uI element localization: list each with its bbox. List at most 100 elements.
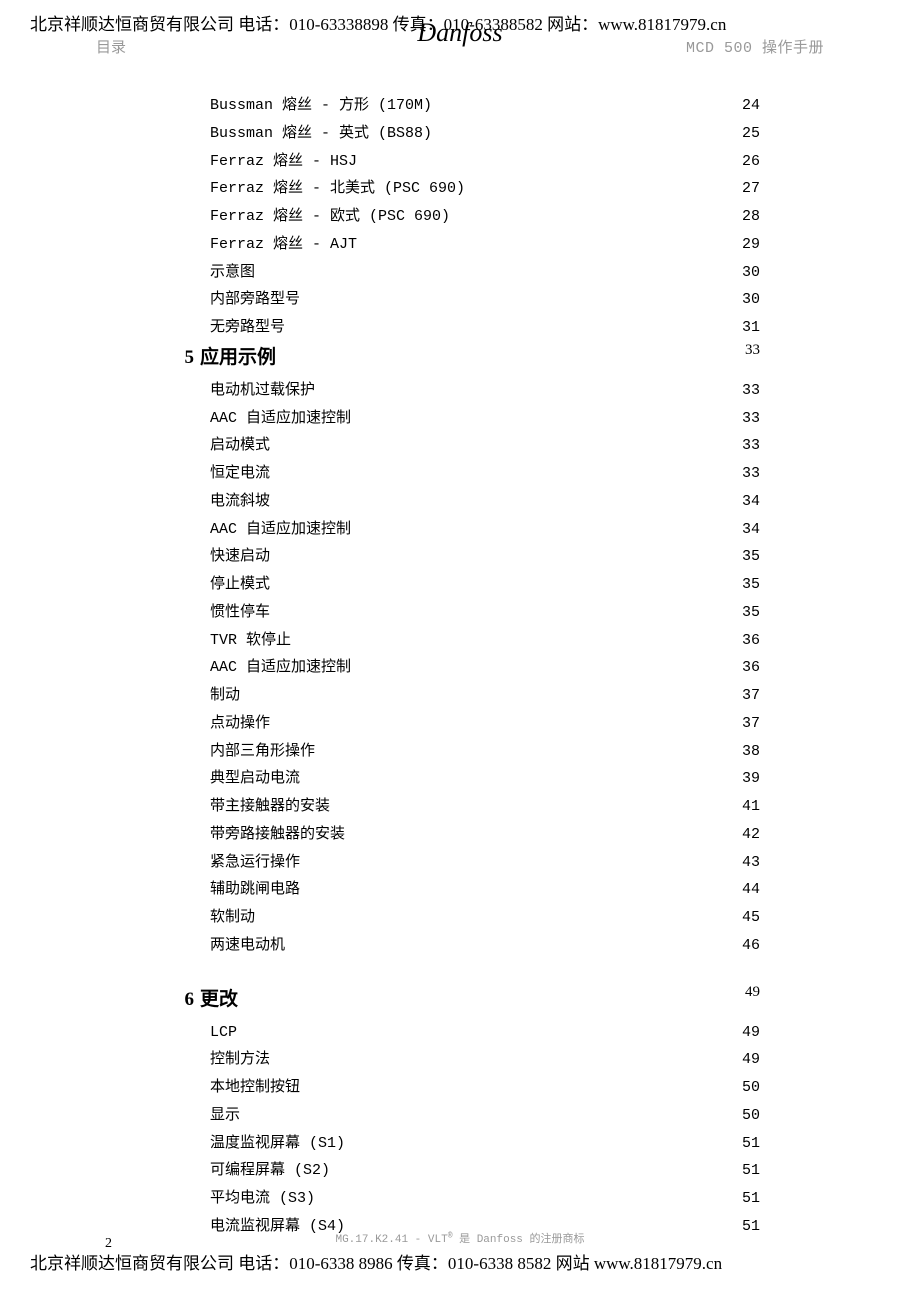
toc-entry-title: Bussman 熔丝 - 方形 (170M) bbox=[210, 92, 742, 120]
toc-entry-page: 35 bbox=[742, 571, 760, 599]
toc-entry-page: 45 bbox=[742, 904, 760, 932]
toc-entry: 电流斜坡34 bbox=[170, 488, 760, 516]
toc-entry-page: 50 bbox=[742, 1074, 760, 1102]
toc-entry-title: Ferraz 熔丝 - HSJ bbox=[210, 148, 742, 176]
toc-entry: AAC 自适应加速控制36 bbox=[170, 654, 760, 682]
toc-entry: 软制动45 bbox=[170, 904, 760, 932]
toc-entry-title: 制动 bbox=[210, 682, 742, 710]
toc-entry-title: Ferraz 熔丝 - AJT bbox=[210, 231, 742, 259]
toc-entry-page: 26 bbox=[742, 148, 760, 176]
toc-initial-block: Bussman 熔丝 - 方形 (170M)24Bussman 熔丝 - 英式 … bbox=[170, 92, 760, 342]
toc-entry: 显示50 bbox=[170, 1102, 760, 1130]
toc-entry-page: 36 bbox=[742, 654, 760, 682]
toc-section-page: 33 bbox=[745, 342, 760, 369]
toc-entry-title: AAC 自适应加速控制 bbox=[210, 516, 742, 544]
toc-entry-page: 38 bbox=[742, 738, 760, 766]
toc-entry: TVR 软停止36 bbox=[170, 627, 760, 655]
toc-entry: 停止模式35 bbox=[170, 571, 760, 599]
toc-entry: 典型启动电流39 bbox=[170, 765, 760, 793]
toc-section-number: 5 bbox=[170, 347, 194, 369]
toc-entry: 内部旁路型号30 bbox=[170, 286, 760, 314]
toc-entry: 快速启动35 bbox=[170, 543, 760, 571]
toc-entry-page: 46 bbox=[742, 932, 760, 960]
header-manual-title: MCD 500 操作手册 bbox=[686, 36, 824, 57]
toc-entry-page: 29 bbox=[742, 231, 760, 259]
toc-entry: 平均电流 (S3)51 bbox=[170, 1185, 760, 1213]
toc-entry-page: 27 bbox=[742, 175, 760, 203]
toc-entry-page: 34 bbox=[742, 516, 760, 544]
toc-entry-title: 控制方法 bbox=[210, 1046, 742, 1074]
toc-entry: 带旁路接触器的安装42 bbox=[170, 821, 760, 849]
toc-entry: 可编程屏幕 (S2)51 bbox=[170, 1157, 760, 1185]
toc-section-head: 5 应用示例 33 bbox=[170, 342, 760, 369]
toc-entry-page: 34 bbox=[742, 488, 760, 516]
toc-entry: 电动机过载保护33 bbox=[170, 377, 760, 405]
toc-entry-title: 显示 bbox=[210, 1102, 742, 1130]
toc-entry-page: 43 bbox=[742, 849, 760, 877]
toc-entry-page: 51 bbox=[742, 1157, 760, 1185]
toc-section: 6更改49LCP49控制方法49本地控制按钮50显示50温度监视屏幕 (S1)5… bbox=[170, 984, 760, 1241]
toc-entry: Ferraz 熔丝 - AJT29 bbox=[170, 231, 760, 259]
toc-entry: 温度监视屏幕 (S1)51 bbox=[170, 1130, 760, 1158]
toc-entry-title: 内部旁路型号 bbox=[210, 286, 742, 314]
toc-entry-title: AAC 自适应加速控制 bbox=[210, 654, 742, 682]
toc-entry-title: LCP bbox=[210, 1019, 742, 1047]
toc-entry-page: 37 bbox=[742, 682, 760, 710]
toc-entry-page: 50 bbox=[742, 1102, 760, 1130]
danfoss-logo: Danfoss bbox=[417, 18, 502, 48]
toc-section-head: 6 更改 49 bbox=[170, 984, 760, 1011]
toc-entry: 内部三角形操作38 bbox=[170, 738, 760, 766]
toc-entry-title: 紧急运行操作 bbox=[210, 849, 742, 877]
toc-entry-page: 25 bbox=[742, 120, 760, 148]
toc-entry-title: 恒定电流 bbox=[210, 460, 742, 488]
toc-entry-page: 35 bbox=[742, 599, 760, 627]
toc-entry: Ferraz 熔丝 - 欧式 (PSC 690)28 bbox=[170, 203, 760, 231]
toc-entry: 紧急运行操作43 bbox=[170, 849, 760, 877]
toc-entry-title: 启动模式 bbox=[210, 432, 742, 460]
toc-entry-page: 37 bbox=[742, 710, 760, 738]
toc-entry-title: 内部三角形操作 bbox=[210, 738, 742, 766]
toc-entry: 启动模式33 bbox=[170, 432, 760, 460]
toc-entry-title: 惯性停车 bbox=[210, 599, 742, 627]
toc-entry: AAC 自适应加速控制34 bbox=[170, 516, 760, 544]
toc-entry-title: 点动操作 bbox=[210, 710, 742, 738]
toc-entry-title: Ferraz 熔丝 - 欧式 (PSC 690) bbox=[210, 203, 742, 231]
toc-entry: 点动操作37 bbox=[170, 710, 760, 738]
toc-entry-title: TVR 软停止 bbox=[210, 627, 742, 655]
toc-entry-title: 电流斜坡 bbox=[210, 488, 742, 516]
toc-entry: 制动37 bbox=[170, 682, 760, 710]
toc-entry: LCP49 bbox=[170, 1019, 760, 1047]
toc-entry-title: 可编程屏幕 (S2) bbox=[210, 1157, 742, 1185]
toc-entry-page: 28 bbox=[742, 203, 760, 231]
toc-section: 5应用示例33电动机过载保护33AAC 自适应加速控制33启动模式33恒定电流3… bbox=[170, 342, 760, 960]
toc-entry-page: 30 bbox=[742, 259, 760, 287]
toc-entry: 示意图30 bbox=[170, 259, 760, 287]
toc-entry-page: 33 bbox=[742, 432, 760, 460]
toc-entry: Bussman 熔丝 - 方形 (170M)24 bbox=[170, 92, 760, 120]
toc-entry: Bussman 熔丝 - 英式 (BS88)25 bbox=[170, 120, 760, 148]
toc-entry-page: 39 bbox=[742, 765, 760, 793]
toc-entry-title: 本地控制按钮 bbox=[210, 1074, 742, 1102]
toc-entry: 本地控制按钮50 bbox=[170, 1074, 760, 1102]
toc-entry-title: Bussman 熔丝 - 英式 (BS88) bbox=[210, 120, 742, 148]
toc-section-title: 应用示例 bbox=[200, 347, 276, 368]
toc-entry-page: 33 bbox=[742, 460, 760, 488]
bottom-overlay-footer: 北京祥顺达恒商贸有限公司 电话：010-6338 8986 传真：010-633… bbox=[0, 1249, 920, 1274]
toc-entry-page: 33 bbox=[742, 377, 760, 405]
toc-section-title: 更改 bbox=[200, 989, 238, 1010]
toc-entry: 恒定电流33 bbox=[170, 460, 760, 488]
toc-section-number: 6 bbox=[170, 989, 194, 1011]
toc-entry-title: Ferraz 熔丝 - 北美式 (PSC 690) bbox=[210, 175, 742, 203]
toc-entry-title: 软制动 bbox=[210, 904, 742, 932]
header-section-label: 目录 bbox=[96, 36, 126, 57]
toc-entry-page: 41 bbox=[742, 793, 760, 821]
toc-entry: AAC 自适应加速控制33 bbox=[170, 405, 760, 433]
toc-entry-title: 带主接触器的安装 bbox=[210, 793, 742, 821]
toc-entry-page: 30 bbox=[742, 286, 760, 314]
toc-entry-page: 51 bbox=[742, 1185, 760, 1213]
footer-trademark-note: MG.17.K2.41 - VLT® 是 Danfoss 的注册商标 bbox=[0, 1230, 920, 1246]
toc-entry: Ferraz 熔丝 - HSJ26 bbox=[170, 148, 760, 176]
toc-entry-title: 平均电流 (S3) bbox=[210, 1185, 742, 1213]
toc-section-page: 49 bbox=[745, 984, 760, 1011]
toc-entry-page: 24 bbox=[742, 92, 760, 120]
